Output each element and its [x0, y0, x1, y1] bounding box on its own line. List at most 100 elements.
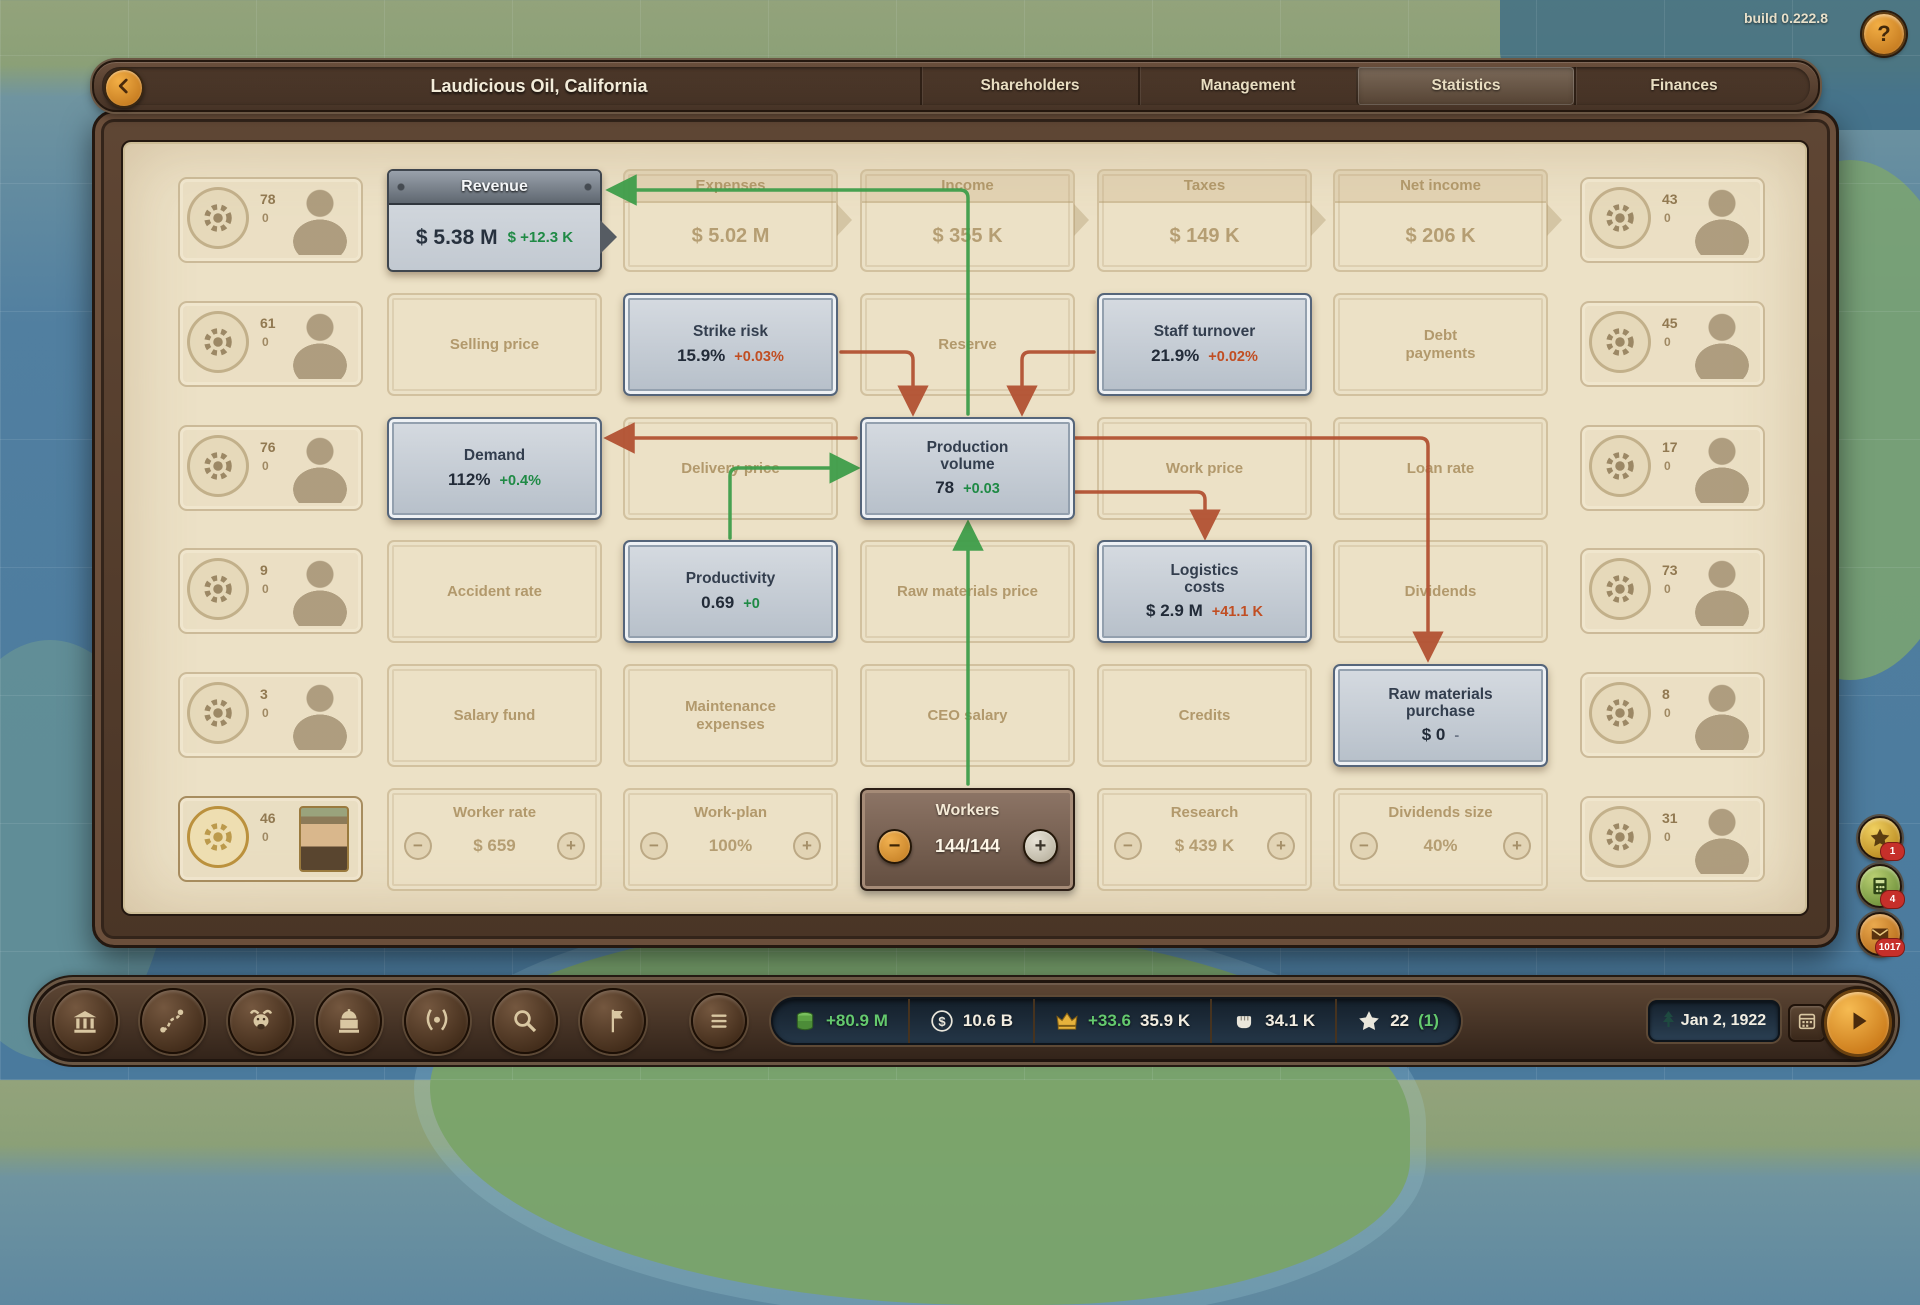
node-value: 112% [447, 469, 491, 489]
person-sub-count: 0 [262, 706, 269, 720]
government-button[interactable] [316, 988, 382, 1054]
node-title: Work price [1165, 459, 1244, 477]
indicator-cash-flow[interactable]: +80.9 M [773, 999, 908, 1043]
node-title: Raw materials purchase [1388, 685, 1493, 720]
mail-button[interactable]: 1017 [1858, 912, 1905, 957]
node-loan-rate: Loan rate [1333, 417, 1548, 520]
node-title: Strike risk [693, 323, 768, 341]
gear-medal-icon [1589, 558, 1651, 620]
gear-medal-icon [187, 558, 249, 620]
node-title: Delivery price [681, 459, 780, 477]
node-production-volume[interactable]: Production volume 78 +0.03 [860, 417, 1075, 520]
person-sub-count: 0 [1664, 582, 1671, 596]
node-taxes: Taxes $ 149 K [1097, 169, 1326, 272]
search-button[interactable] [492, 988, 558, 1054]
node-title: Loan rate [1406, 459, 1475, 477]
indicator-prestige[interactable]: 22 (1) [1335, 999, 1459, 1043]
awards-button[interactable] [404, 988, 470, 1054]
node-accident-rate: Accident rate [387, 540, 602, 643]
decrease-button: − [1350, 832, 1378, 861]
node-value: $ 659 [473, 836, 516, 856]
person-count: 46 [260, 810, 276, 826]
person-count: 61 [260, 315, 276, 331]
node-title: Revenue [389, 171, 600, 205]
statistics-panel: 78 0 61 0 76 0 9 0 3 0 46 0 43 0 45 0 17 0 73 0 8 0 31 0 Revenu… [92, 110, 1839, 948]
tab-statistics[interactable]: Statistics [1356, 67, 1574, 105]
menu-button[interactable] [691, 993, 747, 1049]
person-sub-count: 0 [1664, 830, 1671, 844]
node-title: CEO salary [927, 706, 1008, 724]
indicator-influence[interactable]: +33.6 35.9 K [1033, 999, 1210, 1043]
node-credits: Credits [1097, 664, 1312, 767]
node-productivity[interactable]: Productivity 0.69 +0 [623, 540, 838, 643]
flag-button[interactable] [580, 988, 646, 1054]
tab-finances[interactable]: Finances [1574, 67, 1792, 105]
node-value: 40% [1423, 836, 1458, 856]
node-revenue[interactable]: Revenue $ 5.38 M $ +12.3 K [387, 169, 617, 272]
calendar-icon [1796, 1010, 1818, 1037]
node-staff-turnover[interactable]: Staff turnover 21.9% +0.02% [1097, 293, 1312, 396]
node-logistics-costs[interactable]: Logistics costs $ 2.9 M +41.1 K [1097, 540, 1312, 643]
page-title: Laudicious Oil, California [430, 76, 648, 96]
increase-button: + [792, 832, 821, 861]
company-button[interactable] [52, 988, 118, 1054]
end-turn-button[interactable] [1824, 989, 1892, 1057]
indicator-money[interactable]: $10.6 B [907, 999, 1033, 1043]
person-count: 78 [260, 191, 276, 207]
market-button[interactable] [228, 988, 294, 1054]
person-card-right-5: 80 [1580, 672, 1765, 758]
date-display[interactable]: Jan 2, 1922 [1648, 1000, 1780, 1042]
person-count: 9 [260, 562, 268, 578]
node-demand[interactable]: Demand 112% +0.4% [387, 417, 602, 520]
person-sub-count: 0 [262, 459, 269, 473]
date-label: Jan 2, 1922 [1680, 1012, 1767, 1029]
gear-medal-icon [187, 187, 249, 249]
node-raw-materials-purchase[interactable]: Raw materials purchase $ 0- [1333, 664, 1548, 767]
tab-shareholders[interactable]: Shareholders [922, 67, 1138, 105]
person-sub-count: 0 [1664, 706, 1671, 720]
notification-badge: 4 [1880, 890, 1905, 909]
routes-button[interactable] [140, 988, 206, 1054]
back-button[interactable] [104, 68, 144, 108]
gear-medal-icon [187, 806, 249, 868]
person-sub-count: 0 [262, 335, 269, 349]
bottom-bar: +80.9 M $10.6 B +33.6 35.9 K 34.1 K 22 (1) Jan… [33, 980, 1895, 1062]
node-title: Net income [1400, 177, 1481, 195]
node-title: Work-plan [693, 804, 768, 821]
menu-icon [706, 1008, 732, 1034]
notification-buttons: 1 4 1017 [1858, 816, 1905, 957]
help-button[interactable]: ? [1862, 12, 1906, 56]
calendar-button[interactable] [1788, 1004, 1826, 1042]
season-tree-icon [1662, 1010, 1675, 1033]
resource-indicators: +80.9 M $10.6 B +33.6 35.9 K 34.1 K 22 (1) [771, 997, 1461, 1045]
crown-icon [1055, 1009, 1079, 1033]
ledger-button[interactable]: 4 [1858, 864, 1905, 909]
achievements-button[interactable]: 1 [1858, 816, 1905, 861]
tab-management[interactable]: Management [1138, 67, 1356, 105]
person-silhouette-icon [1693, 311, 1751, 379]
person-card-left-1: 78 0 [178, 177, 363, 263]
person-count: 31 [1662, 810, 1678, 826]
workers-decrease-button[interactable]: − [877, 828, 912, 864]
node-strike-risk[interactable]: Strike risk 15.9% +0.03% [623, 293, 838, 396]
node-workers[interactable]: Workers − 144/144 + [860, 788, 1075, 891]
fist-icon [1232, 1009, 1256, 1033]
node-maintenance-expenses: Maintenance expenses [623, 664, 838, 767]
node-value: $ 2.9 M [1146, 601, 1203, 621]
node-value: $ 439 K [1174, 836, 1235, 856]
company-icon [70, 1006, 100, 1036]
person-count: 73 [1662, 562, 1678, 578]
coins-icon [793, 1009, 817, 1033]
node-title: Debt payments [1405, 327, 1476, 362]
node-debt-payments: Debt payments [1333, 293, 1548, 396]
person-card-left-4: 90 [178, 548, 363, 634]
node-value: $ 5.38 M [415, 225, 498, 249]
person-sub-count: 0 [1664, 211, 1671, 225]
node-value: 78 [935, 478, 955, 498]
workers-increase-button[interactable]: + [1022, 828, 1058, 864]
person-card-right-2: 45 0 [1580, 301, 1765, 387]
person-card-right-6: 31 0 [1580, 796, 1765, 882]
gear-medal-icon [1589, 682, 1651, 744]
gear-medal-icon [187, 435, 249, 497]
indicator-power[interactable]: 34.1 K [1210, 999, 1335, 1043]
